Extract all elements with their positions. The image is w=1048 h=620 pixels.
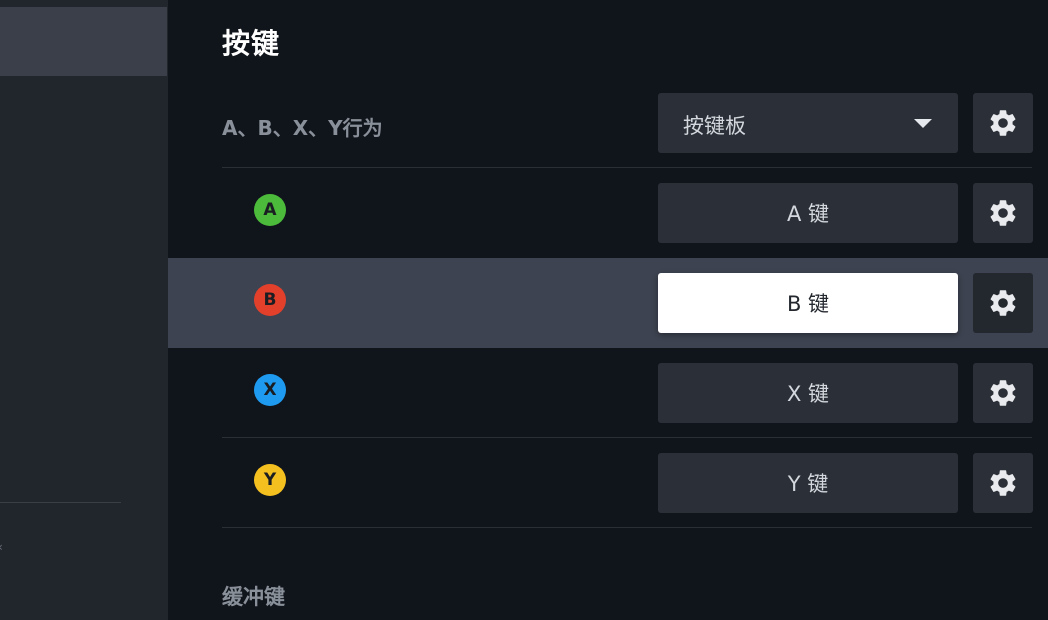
a-settings-button[interactable]: [973, 183, 1033, 243]
behavior-settings-button[interactable]: [973, 93, 1033, 153]
y-button-badge: Y: [254, 464, 286, 496]
gear-icon: [990, 380, 1016, 406]
a-mapping-button[interactable]: A 键: [658, 183, 958, 243]
gear-icon: [990, 110, 1016, 136]
b-button-badge: B: [254, 284, 286, 316]
divider: [222, 167, 1032, 168]
y-mapping-button[interactable]: Y 键: [658, 453, 958, 513]
b-settings-button[interactable]: [973, 273, 1033, 333]
behavior-dropdown[interactable]: 按键板: [658, 93, 958, 153]
gear-icon: [990, 200, 1016, 226]
divider: [222, 527, 1032, 528]
gear-icon: [990, 470, 1016, 496]
sidebar: ‹: [0, 0, 168, 620]
sidebar-divider: [0, 502, 121, 503]
page-title: 按键: [222, 27, 281, 60]
behavior-label: A、B、X、Y行为: [222, 116, 383, 140]
a-button-badge: A: [254, 194, 286, 226]
buffer-keys-label: 缓冲键: [222, 585, 285, 609]
y-settings-button[interactable]: [973, 453, 1033, 513]
b-mapping-button[interactable]: B 键: [658, 273, 958, 333]
sidebar-item-selected[interactable]: [0, 7, 167, 76]
main-panel: 按键 A、B、X、Y行为 按键板 A A 键 B B 键 X X 键 Y Y 键…: [168, 0, 1048, 620]
x-mapping-button[interactable]: X 键: [658, 363, 958, 423]
divider: [222, 437, 1032, 438]
x-button-badge: X: [254, 374, 286, 406]
chevron-icon: ‹: [0, 540, 3, 554]
behavior-dropdown-value: 按键板: [683, 114, 746, 138]
chevron-down-icon: [914, 119, 932, 128]
x-settings-button[interactable]: [973, 363, 1033, 423]
gear-icon: [990, 290, 1016, 316]
